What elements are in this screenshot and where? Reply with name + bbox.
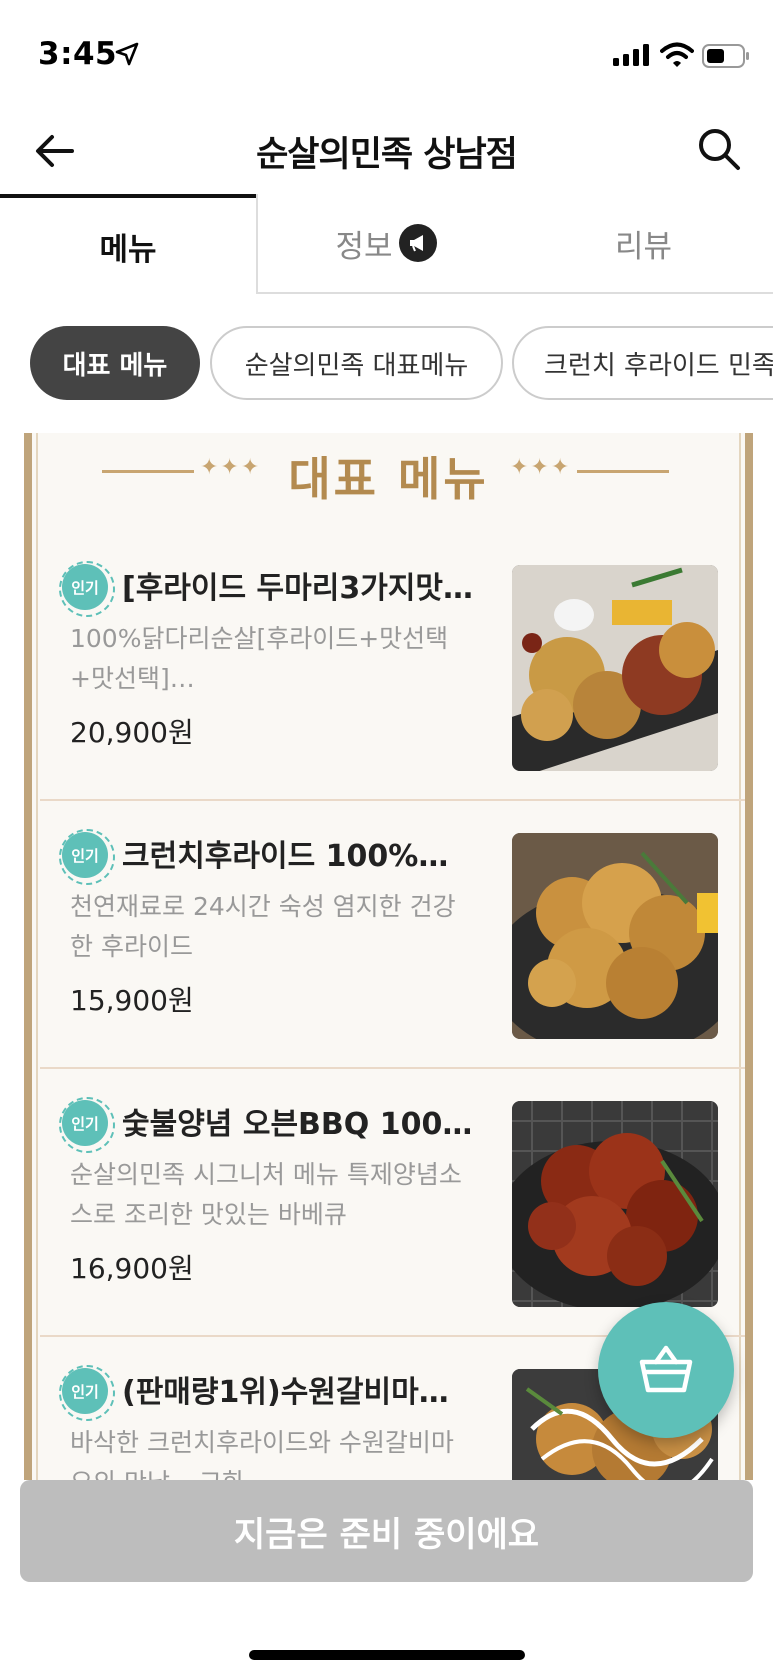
popular-badge: 인기 (59, 829, 115, 885)
chip-signature-menu[interactable]: 대표 메뉴 (30, 326, 200, 400)
menu-item-desc: 100%닭다리순살[후라이드+맛선택+맛선택]… (70, 624, 449, 693)
chip-brand-signature[interactable]: 순살의민족 대표메뉴 (210, 326, 503, 400)
decorative-line (577, 470, 669, 473)
store-header: 순살의민족 상남점 (0, 112, 773, 196)
tab-menu-label: 메뉴 (99, 231, 157, 268)
bottom-bar: 지금은 준비 중이에요 (0, 1480, 773, 1674)
menu-item-photo (512, 1101, 718, 1307)
tab-menu[interactable]: 메뉴 (0, 194, 256, 294)
tab-review-label: 리뷰 (614, 228, 673, 265)
menu-item-desc: 순살의민족 시그니처 메뉴 특제양념소스로 조리한 맛있는 바베큐 (70, 1160, 462, 1229)
menu-item-price: 16,900원 (70, 1252, 194, 1285)
diamond-ornament-icon: ✦✦✦ (510, 455, 572, 480)
menu-item-photo (512, 565, 718, 771)
menu-item-name: 크런치후라이드 100%닭… (122, 839, 474, 874)
location-arrow-icon (115, 42, 139, 66)
menu-item-desc: 천연재료로 24시간 숙성 염지한 건강한 후라이드 (70, 892, 456, 961)
menu-item-name: 숯불양념 오븐BBQ 100… (122, 1107, 473, 1142)
category-chips: 대표 메뉴 순살의민족 대표메뉴 크런치 후라이드 민족 (0, 326, 773, 404)
menu-item-desc: 바삭한 크런치후라이드와 수원갈비마요의 만남~ 고화 (70, 1428, 454, 1483)
menu-item-photo (512, 833, 718, 1039)
tab-info[interactable]: 정보 (256, 194, 514, 294)
tab-review[interactable]: 리뷰 (514, 194, 773, 294)
board-heading: ✦✦✦ 대표 메뉴 ✦✦✦ (32, 433, 745, 513)
menu-item[interactable]: 인기 숯불양념 오븐BBQ 100… 순살의민족 시그니처 메뉴 특제양념소스로… (40, 1069, 745, 1337)
menu-item-name: (판매량1위)수원갈비마요… (122, 1375, 474, 1410)
menu-item-price: 20,900원 (70, 716, 194, 749)
status-time: 3:45 (38, 36, 118, 72)
tab-info-label: 정보 (335, 228, 393, 265)
megaphone-icon (398, 224, 437, 262)
home-indicator[interactable] (249, 1650, 525, 1660)
store-title: 순살의민족 상남점 (256, 135, 518, 175)
menu-item[interactable]: 인기 크런치후라이드 100%닭… 천연재료로 24시간 숙성 염지한 건강한 … (40, 801, 745, 1069)
battery-icon (702, 44, 749, 68)
cart-button[interactable] (598, 1302, 734, 1438)
chip-crunch-fried[interactable]: 크런치 후라이드 민족 (512, 326, 773, 400)
search-icon[interactable] (696, 126, 742, 172)
status-bar: 3:45 (0, 0, 773, 110)
popular-badge: 인기 (59, 1365, 115, 1421)
store-tabs: 메뉴 정보 리뷰 (0, 194, 773, 294)
order-button[interactable]: 지금은 준비 중이에요 (20, 1480, 753, 1582)
popular-badge: 인기 (59, 1097, 115, 1153)
popular-badge: 인기 (59, 561, 115, 617)
menu-item-name: [후라이드 두마리3가지맛]… (122, 571, 474, 606)
cellular-signal-icon (613, 44, 649, 66)
menu-item[interactable]: 인기 [후라이드 두마리3가지맛]… 100%닭다리순살[후라이드+맛선택+맛선… (40, 533, 745, 801)
wifi-icon (660, 42, 694, 67)
board-title: 대표 메뉴 (288, 452, 489, 506)
menu-item-price: 15,900원 (70, 984, 194, 1017)
basket-icon (639, 1345, 693, 1393)
